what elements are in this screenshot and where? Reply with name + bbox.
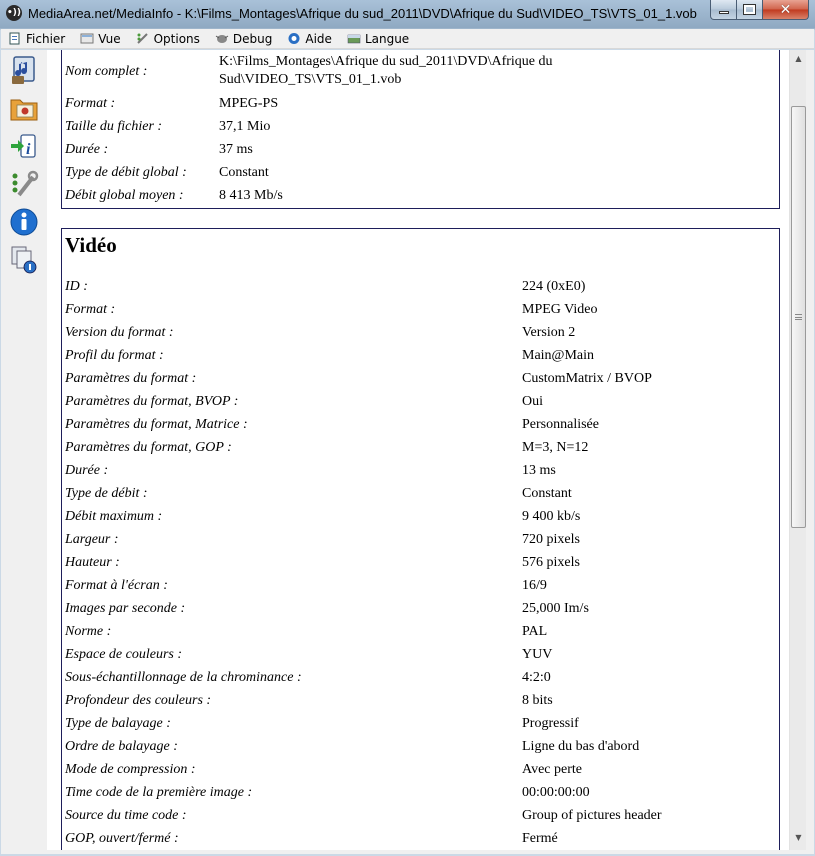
video-row-value: MPEG Video bbox=[522, 302, 598, 317]
video-row-value: 224 (0xE0) bbox=[522, 279, 586, 294]
grip-icon bbox=[795, 314, 802, 320]
video-row-value: 576 pixels bbox=[522, 555, 580, 570]
scroll-up-icon: ▲ bbox=[795, 54, 802, 63]
video-row-value: 13 ms bbox=[522, 463, 556, 478]
scroll-up-button[interactable]: ▲ bbox=[790, 50, 807, 67]
video-row-label: GOP, ouvert/fermé : bbox=[65, 831, 179, 846]
video-row-label: Débit maximum : bbox=[65, 509, 163, 524]
video-row-value: 8 bits bbox=[522, 693, 553, 708]
video-row-label: Norme : bbox=[65, 624, 112, 639]
video-row-label: Type de balayage : bbox=[65, 716, 171, 731]
section-title-video: Vidéo bbox=[65, 233, 117, 257]
window-title: MediaArea.net/MediaInfo - K:\Films_Monta… bbox=[28, 6, 697, 21]
video-row-value: 00:00:00:00 bbox=[522, 785, 590, 800]
knowledge-base-icon bbox=[11, 246, 37, 274]
video-row-label: Ordre de balayage : bbox=[65, 739, 178, 754]
video-row-label: Format à l'écran : bbox=[65, 578, 168, 593]
video-row-label: Sous-échantillonnage de la chrominance : bbox=[65, 670, 302, 685]
video-row-value: Oui bbox=[522, 394, 543, 409]
video-row-value: YUV bbox=[522, 647, 553, 662]
export-info-button[interactable]: i bbox=[9, 130, 39, 162]
video-row-value: Ligne du bas d'abord bbox=[522, 739, 640, 754]
view-icon bbox=[80, 33, 94, 44]
open-file-icon bbox=[12, 56, 35, 84]
mediainfo-app-icon[interactable]: •)) bbox=[6, 5, 22, 21]
video-row-value: 25,000 Im/s bbox=[522, 601, 589, 616]
title-bar[interactable]: •)) MediaArea.net/MediaInfo - K:\Films_M… bbox=[0, 0, 815, 27]
menu-langue[interactable]: Langue bbox=[340, 29, 417, 49]
maximize-button[interactable] bbox=[737, 0, 763, 20]
minimize-icon bbox=[718, 11, 729, 14]
open-folder-icon bbox=[10, 99, 38, 121]
file-icon bbox=[9, 32, 20, 45]
video-row-label: Version du format : bbox=[65, 325, 174, 340]
video-row-label: Source du time code : bbox=[65, 808, 187, 823]
video-row-label: Profondeur des couleurs : bbox=[65, 693, 212, 708]
video-row-label: Time code de la première image : bbox=[65, 785, 253, 800]
menu-vue[interactable]: Vue bbox=[73, 29, 128, 49]
debug-icon bbox=[215, 35, 229, 43]
video-row-value: 720 pixels bbox=[522, 532, 580, 547]
open-folder-button[interactable] bbox=[9, 92, 39, 124]
menu-fichier[interactable]: Fichier bbox=[1, 29, 73, 49]
video-row-label: Type de débit : bbox=[65, 486, 148, 501]
video-row-label: Images par seconde : bbox=[65, 601, 186, 616]
close-button[interactable]: ✕ bbox=[763, 0, 809, 20]
menu-options[interactable]: Options bbox=[129, 29, 208, 49]
video-row-value: Main@Main bbox=[522, 348, 594, 363]
close-icon: ✕ bbox=[779, 1, 792, 18]
minimize-button[interactable] bbox=[710, 0, 737, 20]
video-row-value: Group of pictures header bbox=[522, 808, 662, 823]
knowledge-base-button[interactable] bbox=[9, 244, 39, 276]
about-icon bbox=[10, 208, 38, 236]
video-row-value: Version 2 bbox=[522, 325, 576, 340]
app-window: •)) MediaArea.net/MediaInfo - K:\Films_M… bbox=[0, 0, 815, 856]
video-row-value: Fermé bbox=[522, 831, 558, 846]
scroll-down-button[interactable]: ▼ bbox=[790, 829, 807, 846]
info-panel: Nom complet : K:\Films_Montages\Afrique … bbox=[47, 50, 789, 850]
maximize-icon bbox=[743, 4, 756, 15]
video-row-label: ID : bbox=[65, 279, 88, 294]
vertical-scrollbar[interactable]: ▲ ▼ bbox=[789, 50, 806, 850]
video-row-label: Profil du format : bbox=[65, 348, 164, 363]
left-toolbar: i bbox=[1, 50, 47, 854]
help-icon bbox=[288, 33, 300, 44]
video-row-label: Paramètres du format, Matrice : bbox=[65, 417, 248, 432]
video-row-value: M=3, N=12 bbox=[522, 440, 589, 455]
video-row-value: CustomMatrix / BVOP bbox=[522, 371, 652, 386]
video-row-value: PAL bbox=[522, 624, 548, 639]
menu-bar: Fichier Vue Options Debug Aide Langue bbox=[1, 29, 814, 49]
language-icon bbox=[347, 34, 361, 44]
video-row-label: Espace de couleurs : bbox=[65, 647, 183, 662]
video-row-label: Hauteur : bbox=[65, 555, 120, 570]
menu-aide[interactable]: Aide bbox=[280, 29, 340, 49]
video-row-value: Constant bbox=[522, 486, 572, 501]
options-icon bbox=[136, 33, 148, 44]
video-row-label: Paramètres du format : bbox=[65, 371, 197, 386]
client-area: i Nom complet: K:\Films_Montages\Afriqu… bbox=[1, 50, 814, 854]
scrollbar-thumb[interactable] bbox=[791, 106, 806, 528]
video-section: Vidéo ID : 224 (0xE0) Format : MPEG Video Ve… bbox=[61, 228, 780, 850]
video-row-label: Largeur : bbox=[65, 532, 119, 547]
general-section: Nom complet : K:\Films_Montages\Afrique … bbox=[61, 50, 780, 209]
video-row-label: Format : bbox=[65, 302, 116, 317]
svg-text:i: i bbox=[26, 141, 31, 158]
video-row-value: Avec perte bbox=[522, 762, 582, 777]
video-row-label: Mode de compression : bbox=[65, 762, 196, 777]
video-row-label: Paramètres du format, GOP : bbox=[65, 440, 232, 455]
preferences-icon bbox=[12, 170, 39, 197]
open-file-button[interactable] bbox=[9, 54, 39, 86]
video-row-value: 16/9 bbox=[522, 578, 547, 593]
scroll-down-icon: ▼ bbox=[795, 833, 802, 842]
video-row-value: 9 400 kb/s bbox=[522, 509, 581, 524]
video-row-value: Personnalisée bbox=[522, 417, 599, 432]
video-row-label: Paramètres du format, BVOP : bbox=[65, 394, 239, 409]
about-button[interactable] bbox=[9, 206, 39, 238]
menu-debug[interactable]: Debug bbox=[208, 29, 280, 49]
video-row-value: 4:2:0 bbox=[522, 670, 551, 685]
video-row-label: Durée : bbox=[65, 463, 109, 478]
video-row-value: Progressif bbox=[522, 716, 579, 731]
export-info-icon: i bbox=[11, 134, 36, 158]
preferences-button[interactable] bbox=[9, 168, 39, 200]
